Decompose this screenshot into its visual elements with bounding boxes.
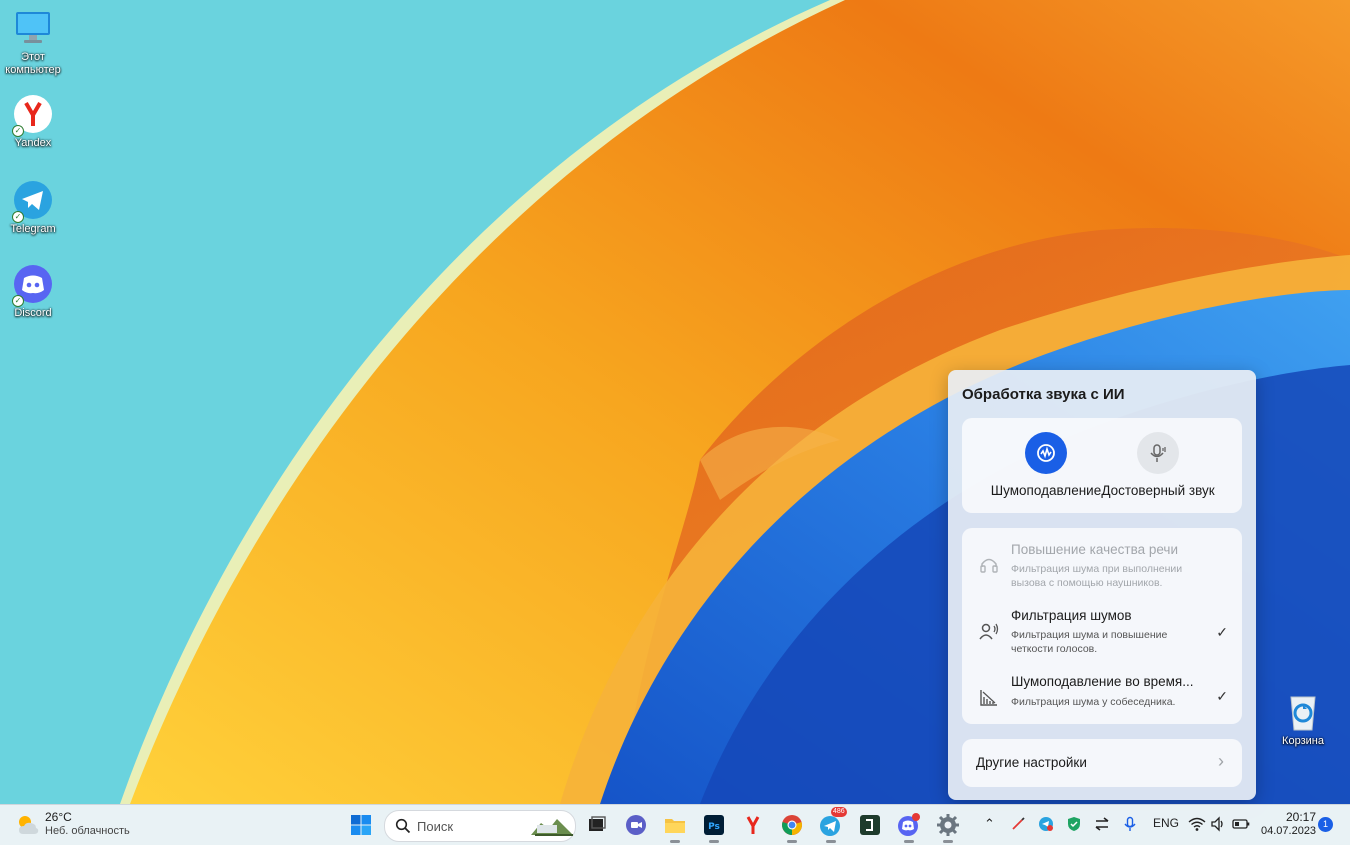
weather-temperature[interactable]: 26°C bbox=[45, 810, 72, 824]
discord-taskbar-icon[interactable] bbox=[895, 811, 923, 843]
running-indicator bbox=[787, 840, 797, 843]
discord-icon: ✓ bbox=[12, 264, 53, 307]
clock-date[interactable]: 04.07.2023 bbox=[1261, 825, 1316, 837]
running-indicator bbox=[904, 840, 914, 843]
recycle-bin-icon bbox=[1283, 692, 1323, 732]
person-voice-icon bbox=[978, 620, 1000, 642]
notification-count-badge[interactable]: 1 bbox=[1318, 817, 1333, 832]
signal-bars-icon bbox=[978, 686, 1000, 708]
option-description: Фильтрация шума при выполнении вызова с … bbox=[1011, 563, 1183, 589]
chrome-icon[interactable] bbox=[778, 811, 806, 843]
more-settings-label: Другие настройки bbox=[976, 755, 1087, 770]
chevron-right-icon: › bbox=[1218, 751, 1224, 771]
terminal-app-icon[interactable] bbox=[856, 811, 884, 839]
desktop-icon-label: Этот компьютер bbox=[5, 51, 61, 76]
desktop-icon-label: Telegram bbox=[10, 223, 56, 235]
svg-text:Ps: Ps bbox=[708, 822, 720, 832]
telegram-tray-icon[interactable] bbox=[1038, 816, 1054, 834]
running-indicator bbox=[709, 840, 719, 843]
running-indicator bbox=[670, 840, 680, 843]
start-windows-icon[interactable] bbox=[349, 813, 373, 837]
mode-true-sound-button[interactable]: Достоверный звук bbox=[1088, 432, 1228, 499]
taskbar-search-input[interactable]: Поиск bbox=[384, 810, 576, 842]
mode-label: Достоверный звук bbox=[1101, 483, 1215, 498]
option-speech-enhancement: Повышение качества речи Фильтрация шума … bbox=[962, 528, 1242, 594]
option-title: Повышение качества речи bbox=[1011, 542, 1178, 557]
sync-check-icon: ✓ bbox=[12, 211, 24, 223]
mode-card: Шумоподавление Достоверный звук bbox=[962, 418, 1242, 513]
microphone-icon[interactable] bbox=[1122, 816, 1138, 834]
running-indicator bbox=[943, 840, 953, 843]
desktop-icon-recycle-bin[interactable]: Корзина bbox=[1270, 692, 1336, 748]
meet-chat-icon[interactable] bbox=[622, 811, 650, 839]
monitor-icon bbox=[13, 8, 53, 48]
noise-suppression-icon bbox=[1025, 432, 1067, 474]
search-icon bbox=[395, 818, 411, 834]
headset-icon bbox=[978, 554, 1000, 576]
weather-description[interactable]: Неб. облачность bbox=[45, 825, 130, 837]
option-title: Фильтрация шумов bbox=[1011, 608, 1132, 623]
desktop-icon-yandex[interactable]: ✓ Yandex bbox=[0, 94, 66, 150]
desktop-icon-label: Discord bbox=[14, 307, 52, 319]
option-title: Шумоподавление во время... bbox=[1011, 674, 1194, 689]
file-explorer-icon[interactable] bbox=[661, 811, 689, 843]
photoshop-icon[interactable]: Ps bbox=[700, 811, 728, 843]
weather-partly-cloudy-icon[interactable] bbox=[16, 813, 40, 837]
battery-icon[interactable] bbox=[1232, 816, 1250, 834]
language-indicator[interactable]: ENG bbox=[1153, 816, 1179, 834]
microphone-waves-icon bbox=[1137, 432, 1179, 474]
transfer-arrows-icon[interactable] bbox=[1094, 816, 1110, 834]
yandex-browser-icon[interactable] bbox=[739, 811, 767, 839]
option-noise-filtering[interactable]: Фильтрация шумов Фильтрация шума и повыш… bbox=[962, 594, 1242, 660]
checkmark-icon: ✓ bbox=[1216, 624, 1228, 640]
settings-gear-icon[interactable] bbox=[934, 811, 962, 843]
desktop-icon-label: Yandex bbox=[14, 137, 52, 149]
panel-title: Обработка звука с ИИ bbox=[962, 386, 1125, 403]
volume-icon[interactable] bbox=[1210, 816, 1226, 834]
telegram-icon: ✓ bbox=[12, 180, 53, 223]
checkmark-icon: ✓ bbox=[1216, 688, 1228, 704]
security-shield-icon[interactable] bbox=[1066, 816, 1082, 834]
taskbar: 26°C Неб. облачность Поиск Ps 486 ⌃ ENG … bbox=[0, 804, 1350, 845]
option-description: Фильтрация шума и повышение четкости гол… bbox=[1011, 629, 1168, 655]
option-description: Фильтрация шума у собеседника. bbox=[1011, 696, 1176, 708]
more-settings-button[interactable]: Другие настройки › bbox=[962, 739, 1242, 787]
desktop-icon-discord[interactable]: ✓ Discord bbox=[0, 264, 66, 320]
pen-tray-icon[interactable] bbox=[1010, 816, 1026, 834]
desktop-icon-telegram[interactable]: ✓ Telegram bbox=[0, 180, 66, 236]
options-card: Повышение качества речи Фильтрация шума … bbox=[962, 528, 1242, 724]
yandex-icon: ✓ bbox=[12, 94, 53, 137]
search-highlight-landscape-icon bbox=[531, 819, 573, 836]
search-placeholder: Поиск bbox=[417, 819, 454, 834]
ai-sound-panel: Обработка звука с ИИ Шумоподавление Дост… bbox=[948, 370, 1256, 800]
sync-check-icon: ✓ bbox=[12, 125, 24, 137]
sync-check-icon: ✓ bbox=[12, 295, 24, 307]
telegram-unread-badge: 486 bbox=[831, 807, 847, 817]
show-hidden-icons-chevron-icon[interactable]: ⌃ bbox=[984, 816, 995, 834]
task-view-icon[interactable] bbox=[583, 811, 611, 839]
desktop-icon-this-pc[interactable]: Этот компьютер bbox=[0, 8, 66, 77]
clock-time[interactable]: 20:17 bbox=[1286, 810, 1316, 824]
telegram-taskbar-icon[interactable]: 486 bbox=[817, 807, 847, 843]
desktop-icon-label: Корзина bbox=[1282, 735, 1324, 747]
option-noise-suppression-during-call[interactable]: Шумоподавление во время... Фильтрация шу… bbox=[962, 660, 1242, 724]
wifi-icon[interactable] bbox=[1188, 816, 1206, 834]
running-indicator bbox=[826, 840, 836, 843]
